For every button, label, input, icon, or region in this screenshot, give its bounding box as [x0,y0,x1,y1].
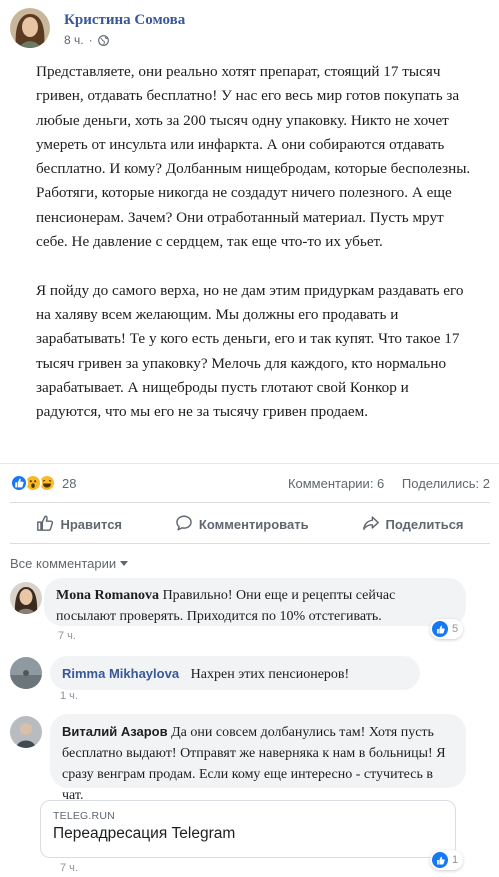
comments-count-link[interactable]: Комментарии: 6 [288,476,384,491]
like-icon [432,852,448,868]
thumbs-up-icon [36,514,60,535]
post-paragraph: Я пойду до самого верха, но не дам этим … [36,281,464,421]
post-meta: 8 ч. · [64,33,185,47]
divider [10,543,490,544]
comment-like-count: 1 [452,854,459,866]
link-title: Переадресация Telegram [53,825,236,842]
divider [10,502,490,503]
commenter-avatar[interactable] [10,582,42,614]
post-paragraph: Представляете, они реально хотят препара… [36,63,471,251]
shares-count-link[interactable]: Поделились: 2 [402,476,490,491]
comment-bubble: Rimma Mikhaylova Нахрен этих пенсионеров… [50,656,420,690]
commenter-name[interactable]: Виталий Азаров [62,724,168,739]
comment-bubble: Mona Romanova Правильно! Они еще и рецеп… [44,578,466,626]
comment-time[interactable]: 7 ч. [58,630,76,642]
comment-like-count: 5 [452,623,459,635]
post-body: Представляете, они реально хотят препара… [36,60,476,449]
post-actions-bar: Нравится Комментировать Поделиться [10,508,490,540]
post-header: Кристина Сомова 8 ч. · [10,8,185,48]
like-icon [10,474,28,492]
reactions-summary[interactable]: 28 [10,474,76,492]
speech-bubble-icon [175,514,199,535]
like-icon [432,621,448,637]
like-button-label: Нравится [60,516,123,532]
like-button[interactable]: Нравится [36,514,122,535]
author-avatar[interactable] [10,8,50,48]
share-button[interactable]: Поделиться [362,514,464,535]
comments-sort-dropdown[interactable]: Все комментарии [10,556,129,571]
link-domain: TELEG.RUN [53,810,115,822]
comment-button-label: Комментировать [198,516,309,532]
commenter-name[interactable]: Mona Romanova [56,588,159,603]
post-time[interactable]: 8 ч. [64,33,84,47]
comment-likes[interactable]: 5 [430,619,464,639]
comment-likes[interactable]: 1 [430,850,464,870]
meta-separator: · [88,33,93,47]
comment-button[interactable]: Комментировать [175,514,309,535]
share-button-label: Поделиться [385,516,464,532]
link-preview-card[interactable]: TELEG.RUN Переадресация Telegram [40,800,456,858]
share-arrow-icon [362,514,386,535]
comment-time[interactable]: 7 ч. [60,862,78,874]
author-name[interactable]: Кристина Сомова [64,12,185,29]
reaction-count: 28 [62,475,77,491]
globe-icon [97,34,109,46]
comments-sort-label: Все комментарии [10,556,117,571]
comment-item: Rimma Mikhaylova Нахрен этих пенсионеров… [10,654,490,704]
commenter-avatar[interactable] [10,716,42,748]
post-stats: 28 Комментарии: 6 Поделились: 2 [10,474,490,492]
caret-down-icon [120,561,129,566]
comment-text: Нахрен этих пенсионеров! [190,667,350,682]
comment-bubble: Виталий Азаров Да они совсем долбанулись… [50,714,466,803]
comment-item: Mona Romanova Правильно! Они еще и рецеп… [10,578,490,648]
commenter-avatar[interactable] [10,657,42,689]
divider [0,463,499,464]
comment-time[interactable]: 1 ч. [60,690,78,702]
commenter-name[interactable]: Rimma Mikhaylova [62,666,179,681]
